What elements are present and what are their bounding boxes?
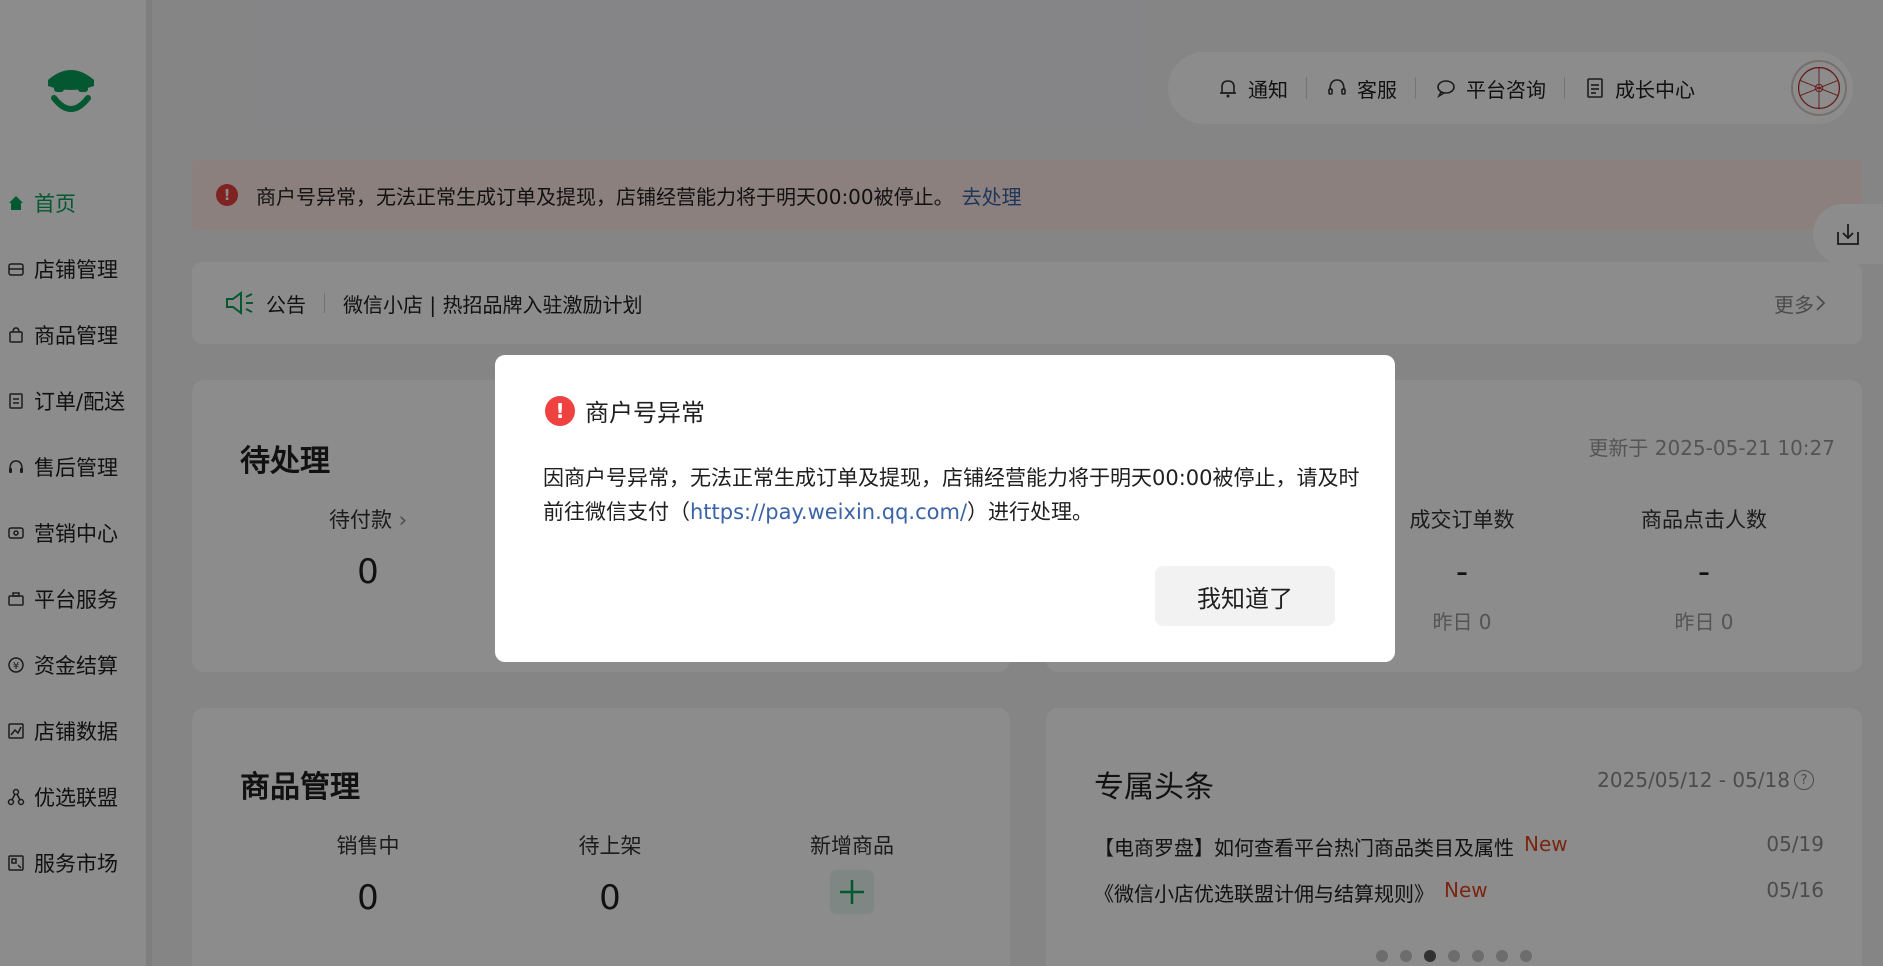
merchant-error-dialog: ! 商户号异常 因商户号异常，无法正常生成订单及提现，店铺经营能力将于明天00:… <box>495 355 1395 662</box>
dialog-body: 因商户号异常，无法正常生成订单及提现，店铺经营能力将于明天00:00被停止，请及… <box>543 461 1363 529</box>
wechat-pay-link[interactable]: https://pay.weixin.qq.com/ <box>690 500 967 524</box>
acknowledge-button[interactable]: 我知道了 <box>1155 566 1335 626</box>
dialog-body-text-end: ）进行处理。 <box>967 500 1094 524</box>
dialog-title: ! 商户号异常 <box>545 393 705 428</box>
dialog-title-text: 商户号异常 <box>585 399 705 427</box>
error-icon: ! <box>545 395 575 426</box>
